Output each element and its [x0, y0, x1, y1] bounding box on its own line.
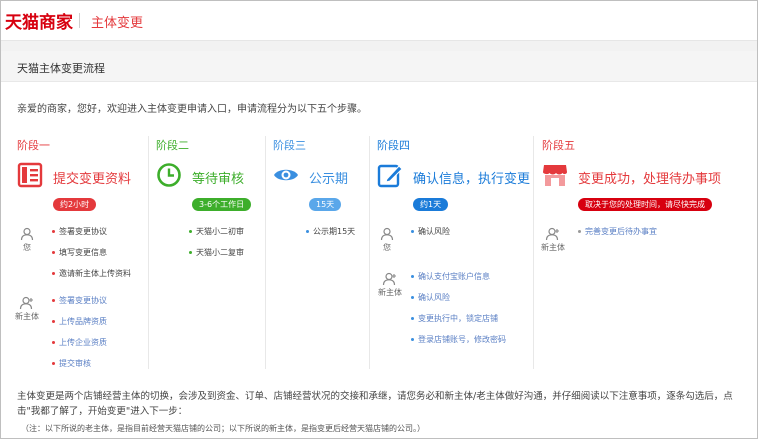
- stage-3-title: 公示期: [309, 172, 349, 187]
- list-item[interactable]: 填写变更信息: [52, 247, 131, 268]
- actor-label: 您: [383, 243, 391, 252]
- actor-you: 您: [12, 227, 42, 253]
- stage-4-label: 阶段四: [377, 139, 410, 152]
- stage-4-you-items: 确认风险: [411, 226, 450, 247]
- stage-3-duration-badge: 15天: [309, 198, 342, 211]
- stage-3-label: 阶段三: [273, 139, 306, 152]
- stage-2-duration-badge: 3-6个工作日: [192, 198, 252, 211]
- new-user-icon: [545, 227, 559, 241]
- shop-icon: [542, 162, 568, 188]
- stage-divider: [148, 136, 149, 369]
- tmall-merchant-logo[interactable]: 天猫商家: [5, 8, 73, 33]
- stage-4-title: 确认信息，执行变更: [413, 172, 531, 187]
- section-title: 天猫主体变更流程: [17, 62, 105, 75]
- stage-2-items: 天猫小二初审 天猫小二复审: [189, 226, 244, 268]
- stage-5: 阶段五 变更成功，处理待办事项 取决于您的处理时间，请尽快完成 新主体 完善变更…: [541, 132, 752, 372]
- actor-label: 新主体: [15, 312, 39, 321]
- actor-label: 新主体: [541, 243, 565, 252]
- list-item[interactable]: 邀请新主体上传资料: [52, 268, 131, 289]
- list-item: 公示期15天: [306, 226, 355, 247]
- actor-new-entity: 新主体: [536, 227, 570, 253]
- user-icon: [380, 227, 394, 241]
- actor-new-entity: 新主体: [10, 296, 44, 322]
- page-subtitle: 主体变更: [91, 16, 144, 31]
- stage-divider: [533, 136, 534, 369]
- list-item[interactable]: 签署变更协议: [52, 226, 131, 247]
- list-item[interactable]: 变更执行中，锁定店铺: [411, 313, 506, 334]
- stage-1-title: 提交变更资料: [53, 172, 132, 187]
- list-item[interactable]: 确认风险: [411, 226, 450, 247]
- new-user-icon: [382, 272, 396, 286]
- stage-5-title: 变更成功，处理待办事项: [578, 172, 722, 187]
- list-item[interactable]: 提交审核: [52, 358, 107, 379]
- actor-new-entity: 新主体: [373, 272, 407, 298]
- stage-1-label: 阶段一: [17, 139, 50, 152]
- list-item[interactable]: 上传品牌资质: [52, 316, 107, 337]
- notice-text: 主体变更是两个店铺经营主体的切换，会涉及到资金、订单、店铺经营状况的交接和承继，…: [17, 391, 733, 417]
- list-item: 天猫小二初审: [189, 226, 244, 247]
- stage-1-new-entity-items: 签署变更协议 上传品牌资质 上传企业资质 提交审核: [52, 295, 107, 379]
- header-divider: [79, 13, 80, 28]
- list-item[interactable]: 确认风险: [411, 292, 506, 313]
- definition-note: （注：以下所说的老主体，是指目前经营天猫店铺的公司；以下所说的新主体，是指变更后…: [21, 424, 425, 433]
- stage-1: 阶段一 提交变更资料 约2小时 您 签署变更协议 填写变更信息 邀请新主体上传资…: [15, 132, 147, 372]
- actor-you: 您: [372, 227, 402, 253]
- actor-label: 新主体: [378, 288, 402, 297]
- stage-4-new-entity-items: 确认支付宝账户信息 确认风险 变更执行中，锁定店铺 登录店铺账号，修改密码: [411, 271, 506, 355]
- stage-2-label: 阶段二: [156, 139, 189, 152]
- stage-2-title: 等待审核: [192, 172, 245, 187]
- stage-divider: [369, 136, 370, 369]
- edit-icon: [377, 162, 403, 188]
- stage-4: 阶段四 确认信息，执行变更 约1天 您 确认风险 新主体 确认支付宝账户信息 确…: [377, 132, 532, 372]
- stage-1-you-items: 签署变更协议 填写变更信息 邀请新主体上传资料: [52, 226, 131, 289]
- stage-2: 阶段二 等待审核 3-6个工作日 天猫小二初审 天猫小二复审: [156, 132, 266, 372]
- stage-3-items: 公示期15天: [306, 226, 355, 247]
- top-bar: 天猫商家 主体变更: [1, 1, 757, 41]
- page-frame: 天猫商家 主体变更 天猫主体变更流程 亲爱的商家，您好，欢迎进入主体变更申请入口…: [0, 0, 758, 439]
- section-header: 天猫主体变更流程: [1, 51, 757, 82]
- user-icon: [20, 227, 34, 241]
- stage-1-duration-badge: 约2小时: [53, 198, 97, 211]
- stage-5-label: 阶段五: [542, 139, 575, 152]
- actor-label: 您: [23, 243, 31, 252]
- list-item[interactable]: 完善变更后待办事宜: [578, 226, 657, 247]
- intro-text: 亲爱的商家，您好，欢迎进入主体变更申请入口，申请流程分为以下五个步骤。: [17, 104, 367, 115]
- list-item: 天猫小二复审: [189, 247, 244, 268]
- new-user-icon: [19, 296, 33, 310]
- document-list-icon: [17, 162, 43, 188]
- clock-icon: [156, 162, 182, 188]
- list-item[interactable]: 确认支付宝账户信息: [411, 271, 506, 292]
- stage-3: 阶段三 公示期 15天 公示期15天: [273, 132, 368, 372]
- list-item[interactable]: 登录店铺账号，修改密码: [411, 334, 506, 355]
- stage-divider: [265, 136, 266, 369]
- eye-icon: [273, 162, 299, 188]
- header-gap: [1, 41, 757, 51]
- stage-5-duration-badge: 取决于您的处理时间，请尽快完成: [578, 198, 712, 211]
- stage-5-new-entity-items: 完善变更后待办事宜: [578, 226, 657, 247]
- stage-4-duration-badge: 约1天: [413, 198, 449, 211]
- list-item[interactable]: 签署变更协议: [52, 295, 107, 316]
- list-item[interactable]: 上传企业资质: [52, 337, 107, 358]
